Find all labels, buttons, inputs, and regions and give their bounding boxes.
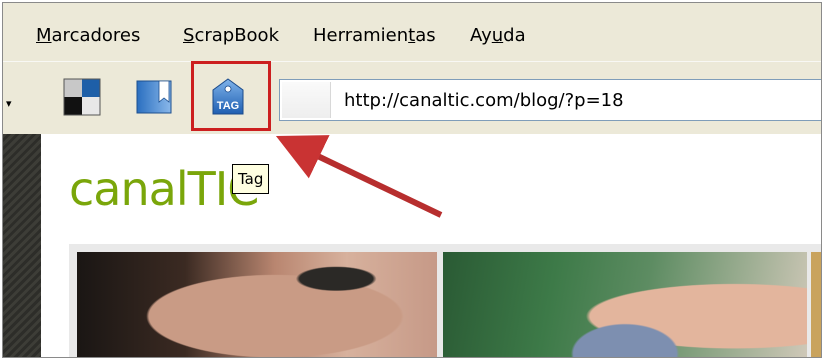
tag-tooltip: Tag xyxy=(232,164,270,194)
annotation-arrow xyxy=(275,135,443,218)
browser-window: Marcadores ScrapBook Herramientas Ayuda … xyxy=(2,2,822,358)
